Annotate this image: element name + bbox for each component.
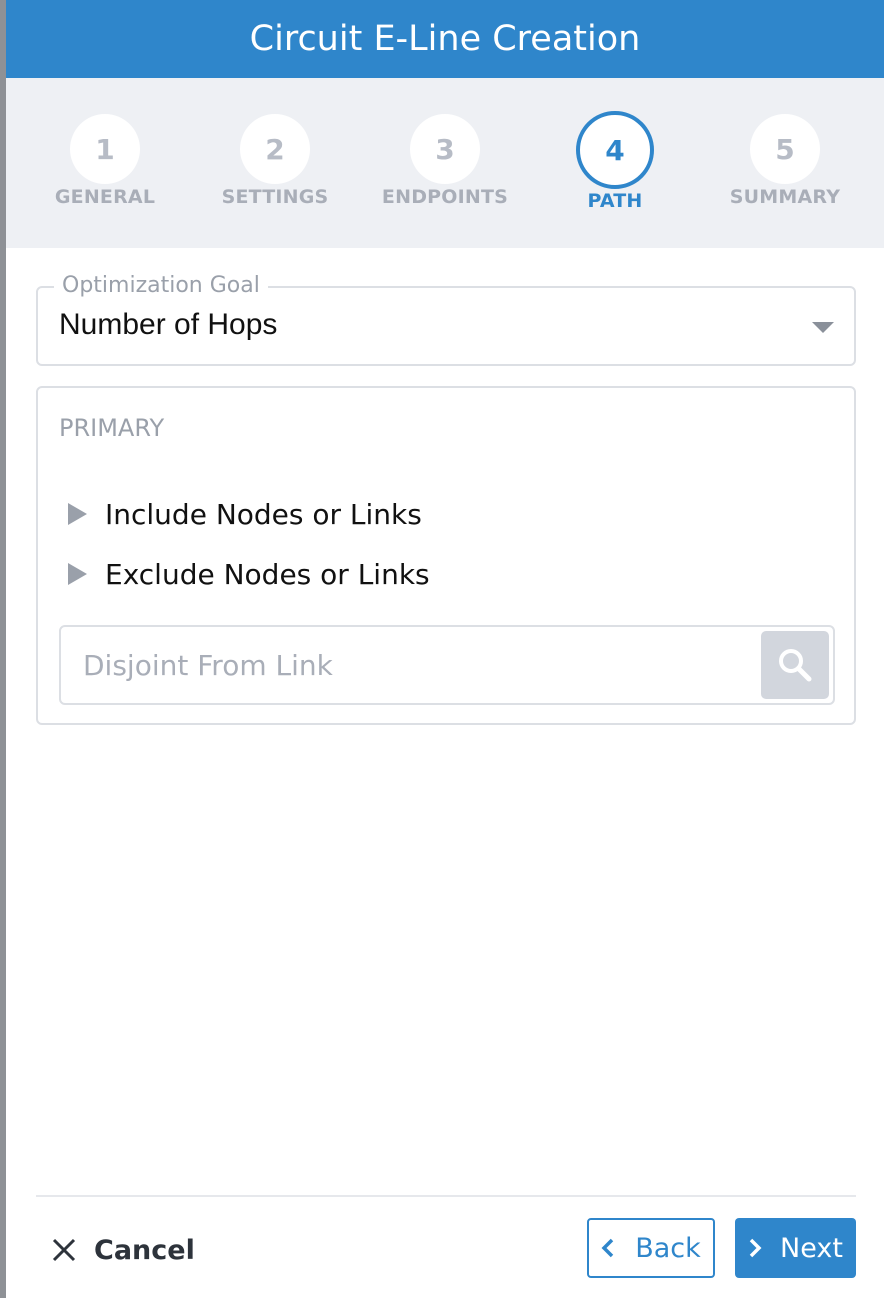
next-button[interactable]: Next (735, 1218, 856, 1278)
exclude-nodes-toggle[interactable]: Exclude Nodes or Links (68, 554, 430, 594)
circuit-creation-dialog: Circuit E-Line Creation 1 GENERAL 2 SETT… (6, 0, 884, 1298)
step-label: ENDPOINTS (381, 186, 509, 208)
search-button[interactable] (761, 631, 829, 699)
step-number: 3 (410, 114, 480, 184)
next-label: Next (780, 1232, 843, 1264)
step-path[interactable]: 4 PATH (530, 78, 700, 248)
footer-divider (36, 1195, 856, 1197)
optimization-goal-select[interactable]: Optimization Goal Number of Hops (36, 273, 856, 366)
cancel-button[interactable]: Cancel (52, 1228, 195, 1272)
chevron-right-icon (749, 1238, 762, 1258)
step-general[interactable]: 1 GENERAL (20, 78, 190, 248)
close-icon (52, 1238, 76, 1262)
wizard-stepper: 1 GENERAL 2 SETTINGS 3 ENDPOINTS 4 PATH … (6, 78, 884, 248)
caret-down-icon (812, 322, 834, 333)
include-nodes-label: Include Nodes or Links (105, 497, 422, 531)
primary-path-panel: PRIMARY Include Nodes or Links Exclude N… (36, 386, 856, 725)
dialog-title: Circuit E-Line Creation (6, 0, 884, 78)
search-icon (779, 649, 812, 682)
step-label: SETTINGS (221, 186, 329, 208)
step-number: 1 (70, 114, 140, 184)
step-number: 2 (240, 114, 310, 184)
expand-triangle-icon (68, 563, 87, 585)
step-label: PATH (587, 190, 643, 212)
back-label: Back (635, 1232, 701, 1264)
step-settings[interactable]: 2 SETTINGS (190, 78, 360, 248)
step-endpoints[interactable]: 3 ENDPOINTS (360, 78, 530, 248)
step-number: 5 (750, 114, 820, 184)
expand-triangle-icon (68, 503, 87, 525)
disjoint-from-link-field (59, 625, 835, 705)
step-number: 4 (576, 111, 654, 189)
primary-section-title: PRIMARY (59, 414, 165, 442)
optimization-goal-label: Optimization Goal (54, 273, 268, 298)
include-nodes-toggle[interactable]: Include Nodes or Links (68, 494, 422, 534)
back-button[interactable]: Back (587, 1218, 715, 1278)
cancel-label: Cancel (94, 1234, 195, 1266)
exclude-nodes-label: Exclude Nodes or Links (105, 557, 430, 591)
step-label: SUMMARY (729, 186, 841, 208)
step-summary[interactable]: 5 SUMMARY (700, 78, 870, 248)
optimization-goal-value: Number of Hops (59, 308, 278, 341)
chevron-left-icon (601, 1238, 614, 1258)
disjoint-from-link-input[interactable] (83, 645, 743, 685)
step-label: GENERAL (54, 186, 156, 208)
